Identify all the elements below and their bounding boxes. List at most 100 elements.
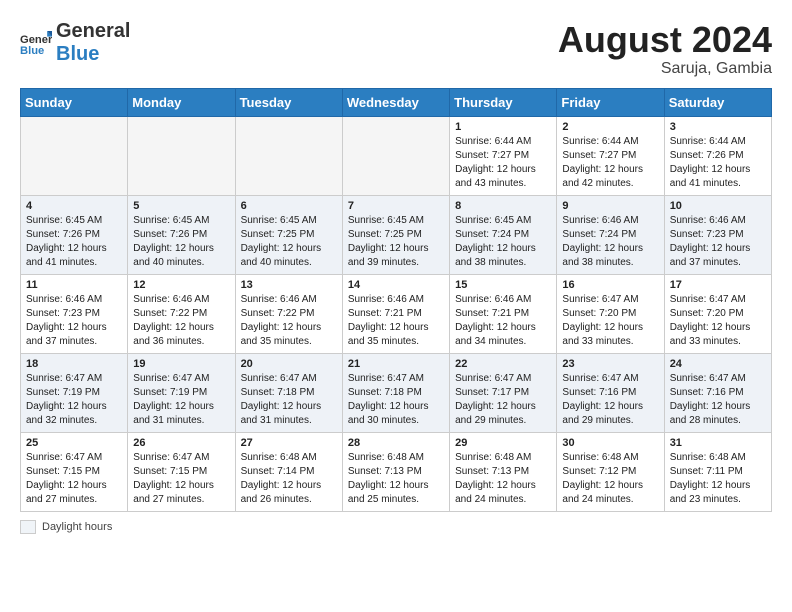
day-number: 21 <box>348 358 444 370</box>
day-info: Sunrise: 6:45 AMSunset: 7:25 PMDaylight:… <box>241 214 337 270</box>
week-row-5: 25 Sunrise: 6:47 AMSunset: 7:15 PMDayligh… <box>21 432 772 511</box>
calendar-cell: 25 Sunrise: 6:47 AMSunset: 7:15 PMDayligh… <box>21 432 128 511</box>
calendar-cell: 27 Sunrise: 6:48 AMSunset: 7:14 PMDayligh… <box>235 432 342 511</box>
calendar-cell: 28 Sunrise: 6:48 AMSunset: 7:13 PMDayligh… <box>342 432 449 511</box>
day-info: Sunrise: 6:45 AMSunset: 7:24 PMDaylight:… <box>455 214 551 270</box>
day-info: Sunrise: 6:45 AMSunset: 7:25 PMDaylight:… <box>348 214 444 270</box>
day-number: 6 <box>241 200 337 212</box>
day-number: 31 <box>670 437 766 449</box>
logo-icon: General Blue <box>20 27 52 59</box>
weekday-header-wednesday: Wednesday <box>342 88 449 116</box>
day-info: Sunrise: 6:46 AMSunset: 7:21 PMDaylight:… <box>348 293 444 349</box>
legend-box <box>20 520 36 534</box>
day-number: 11 <box>26 279 122 291</box>
day-number: 13 <box>241 279 337 291</box>
calendar-cell: 18 Sunrise: 6:47 AMSunset: 7:19 PMDayligh… <box>21 353 128 432</box>
logo-general: General <box>56 20 130 42</box>
calendar-cell: 26 Sunrise: 6:47 AMSunset: 7:15 PMDayligh… <box>128 432 235 511</box>
day-info: Sunrise: 6:47 AMSunset: 7:16 PMDaylight:… <box>670 372 766 428</box>
calendar-cell: 6 Sunrise: 6:45 AMSunset: 7:25 PMDaylight… <box>235 195 342 274</box>
day-info: Sunrise: 6:44 AMSunset: 7:27 PMDaylight:… <box>562 135 658 191</box>
calendar-cell: 3Sunrise: 6:44 AMSunset: 7:26 PMDaylight… <box>664 116 771 195</box>
day-number: 28 <box>348 437 444 449</box>
calendar-cell: 15Sunrise: 6:46 AMSunset: 7:21 PMDayligh… <box>450 274 557 353</box>
calendar-cell <box>235 116 342 195</box>
page: General Blue General Blue August 2024 Sa… <box>0 0 792 544</box>
day-info: Sunrise: 6:47 AMSunset: 7:19 PMDaylight:… <box>26 372 122 428</box>
weekday-header-tuesday: Tuesday <box>235 88 342 116</box>
day-number: 12 <box>133 279 229 291</box>
logo: General Blue General Blue <box>20 20 130 66</box>
day-info: Sunrise: 6:44 AMSunset: 7:27 PMDaylight:… <box>455 135 551 191</box>
day-number: 20 <box>241 358 337 370</box>
day-info: Sunrise: 6:47 AMSunset: 7:15 PMDaylight:… <box>26 451 122 507</box>
day-info: Sunrise: 6:48 AMSunset: 7:14 PMDaylight:… <box>241 451 337 507</box>
day-number: 19 <box>133 358 229 370</box>
calendar-cell: 9 Sunrise: 6:46 AMSunset: 7:24 PMDaylight… <box>557 195 664 274</box>
logo-blue: Blue <box>56 43 99 65</box>
weekday-header-saturday: Saturday <box>664 88 771 116</box>
day-number: 26 <box>133 437 229 449</box>
day-info: Sunrise: 6:46 AMSunset: 7:22 PMDaylight:… <box>133 293 229 349</box>
week-row-4: 18 Sunrise: 6:47 AMSunset: 7:19 PMDayligh… <box>21 353 772 432</box>
calendar-cell: 23 Sunrise: 6:47 AMSunset: 7:16 PMDayligh… <box>557 353 664 432</box>
calendar-cell: 29 Sunrise: 6:48 AMSunset: 7:13 PMDayligh… <box>450 432 557 511</box>
weekday-header-monday: Monday <box>128 88 235 116</box>
day-number: 4 <box>26 200 122 212</box>
calendar-cell: 11Sunrise: 6:46 AMSunset: 7:23 PMDayligh… <box>21 274 128 353</box>
day-number: 14 <box>348 279 444 291</box>
week-row-3: 11Sunrise: 6:46 AMSunset: 7:23 PMDayligh… <box>21 274 772 353</box>
weekday-header-row: SundayMondayTuesdayWednesdayThursdayFrid… <box>21 88 772 116</box>
day-number: 24 <box>670 358 766 370</box>
day-number: 8 <box>455 200 551 212</box>
header: General Blue General Blue August 2024 Sa… <box>20 20 772 78</box>
day-info: Sunrise: 6:47 AMSunset: 7:20 PMDaylight:… <box>562 293 658 349</box>
title-block: August 2024 Saruja, Gambia <box>558 20 772 78</box>
footer-legend: Daylight hours <box>20 520 772 534</box>
day-info: Sunrise: 6:47 AMSunset: 7:16 PMDaylight:… <box>562 372 658 428</box>
svg-text:Blue: Blue <box>20 45 44 57</box>
day-number: 18 <box>26 358 122 370</box>
day-number: 23 <box>562 358 658 370</box>
day-info: Sunrise: 6:48 AMSunset: 7:13 PMDaylight:… <box>348 451 444 507</box>
calendar-cell: 5Sunrise: 6:45 AMSunset: 7:26 PMDaylight… <box>128 195 235 274</box>
calendar-cell: 30 Sunrise: 6:48 AMSunset: 7:12 PMDayligh… <box>557 432 664 511</box>
calendar-cell: 4 Sunrise: 6:45 AMSunset: 7:26 PMDaylight… <box>21 195 128 274</box>
week-row-2: 4 Sunrise: 6:45 AMSunset: 7:26 PMDaylight… <box>21 195 772 274</box>
day-number: 2 <box>562 121 658 133</box>
day-number: 30 <box>562 437 658 449</box>
day-number: 9 <box>562 200 658 212</box>
day-info: Sunrise: 6:46 AMSunset: 7:24 PMDaylight:… <box>562 214 658 270</box>
day-number: 5 <box>133 200 229 212</box>
legend-label: Daylight hours <box>42 521 112 533</box>
day-info: Sunrise: 6:46 AMSunset: 7:23 PMDaylight:… <box>670 214 766 270</box>
day-info: Sunrise: 6:47 AMSunset: 7:17 PMDaylight:… <box>455 372 551 428</box>
day-number: 16 <box>562 279 658 291</box>
calendar-cell: 10Sunrise: 6:46 AMSunset: 7:23 PMDayligh… <box>664 195 771 274</box>
day-info: Sunrise: 6:47 AMSunset: 7:18 PMDaylight:… <box>348 372 444 428</box>
calendar-cell: 12 Sunrise: 6:46 AMSunset: 7:22 PMDayligh… <box>128 274 235 353</box>
logo-text: General Blue <box>56 20 130 66</box>
calendar-cell: 17Sunrise: 6:47 AMSunset: 7:20 PMDayligh… <box>664 274 771 353</box>
day-info: Sunrise: 6:47 AMSunset: 7:19 PMDaylight:… <box>133 372 229 428</box>
day-number: 27 <box>241 437 337 449</box>
calendar-cell: 16 Sunrise: 6:47 AMSunset: 7:20 PMDayligh… <box>557 274 664 353</box>
day-number: 25 <box>26 437 122 449</box>
day-number: 29 <box>455 437 551 449</box>
location: Saruja, Gambia <box>558 60 772 78</box>
day-info: Sunrise: 6:48 AMSunset: 7:11 PMDaylight:… <box>670 451 766 507</box>
day-info: Sunrise: 6:47 AMSunset: 7:15 PMDaylight:… <box>133 451 229 507</box>
calendar-cell <box>21 116 128 195</box>
weekday-header-thursday: Thursday <box>450 88 557 116</box>
calendar-cell: 22Sunrise: 6:47 AMSunset: 7:17 PMDayligh… <box>450 353 557 432</box>
calendar-cell: 8 Sunrise: 6:45 AMSunset: 7:24 PMDaylight… <box>450 195 557 274</box>
day-info: Sunrise: 6:45 AMSunset: 7:26 PMDaylight:… <box>26 214 122 270</box>
day-info: Sunrise: 6:47 AMSunset: 7:20 PMDaylight:… <box>670 293 766 349</box>
day-info: Sunrise: 6:48 AMSunset: 7:12 PMDaylight:… <box>562 451 658 507</box>
day-info: Sunrise: 6:48 AMSunset: 7:13 PMDaylight:… <box>455 451 551 507</box>
day-number: 15 <box>455 279 551 291</box>
calendar-cell: 19 Sunrise: 6:47 AMSunset: 7:19 PMDayligh… <box>128 353 235 432</box>
day-number: 7 <box>348 200 444 212</box>
calendar-cell: 1 Sunrise: 6:44 AMSunset: 7:27 PMDaylight… <box>450 116 557 195</box>
day-number: 1 <box>455 121 551 133</box>
